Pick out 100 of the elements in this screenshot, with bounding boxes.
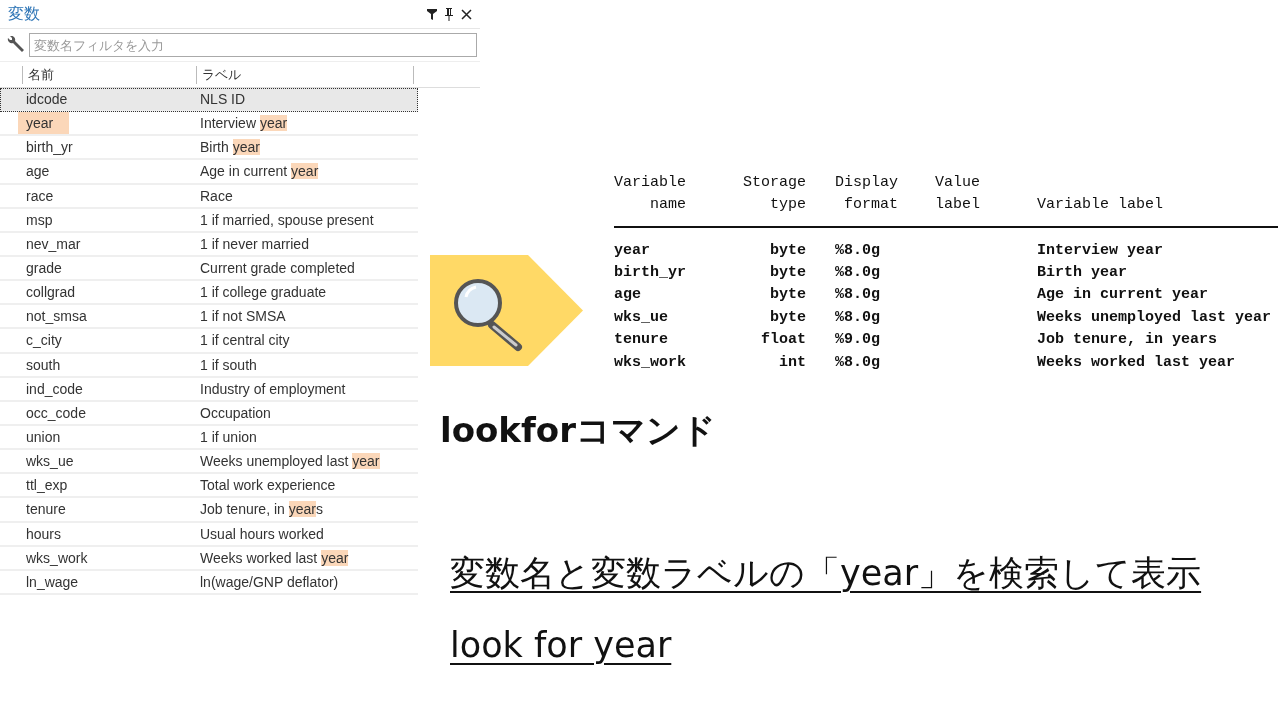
magnifier-callout-icon [430,255,583,366]
table-cell-text: wks_work [614,352,687,373]
table-cell-text: byte [769,262,806,283]
variable-row[interactable]: race Race [0,184,418,209]
variable-label: Current grade completed [199,259,355,279]
variable-name: union [25,428,61,448]
variable-row[interactable]: ttl_exp Total work experience [0,474,418,499]
variable-label: 1 if college graduate [199,283,327,303]
variable-name: ind_code [25,379,83,399]
variable-row[interactable]: union 1 if union [0,425,418,451]
variable-label: Weeks unemployed last year [199,452,380,472]
close-icon[interactable] [461,8,472,20]
variable-row[interactable]: hours Usual hours worked [0,522,418,547]
column-header: Display format [835,173,898,215]
variable-row[interactable]: tenure Job tenure, in years [0,498,418,523]
table-cell-text: year [614,240,651,261]
table-cell-text: Job tenure, in years [1037,330,1219,351]
variable-row[interactable]: wks_work Weeks worked last year [0,546,418,571]
variable-label: Race [199,186,233,206]
variable-name: msp [25,210,53,230]
table-cell-text: byte [769,307,806,328]
table-cell-text: tenure [614,330,669,351]
filter-icon[interactable] [427,8,437,20]
variable-label: Total work experience [199,476,336,496]
column-header: Variable label [1037,195,1164,215]
wrench-icon[interactable] [5,36,25,54]
variable-name: age [25,162,50,182]
pin-icon[interactable] [444,7,454,21]
variable-name: ln_wage [25,572,79,592]
table-cell-text: age [614,285,642,306]
variable-name: c_city [25,331,62,351]
caption-text: 変数名と変数ラベルの「year」を検索して表示 [450,552,1202,595]
variable-row[interactable]: ln_wage ln(wage/GNP deflator) [0,570,418,595]
caption-text: look for year [450,625,672,665]
table-cell-text: %8.0g [835,262,881,283]
variable-row[interactable]: wks_ue Weeks unemployed last year [0,450,418,475]
column-header[interactable]: ラベル [196,65,414,84]
slide-heading: lookforコマンド [440,409,716,452]
variable-name: nev_mar [25,234,81,254]
variable-row[interactable]: nev_mar 1 if never married [0,232,418,257]
variable-label: Weeks worked last year [199,548,349,568]
variable-label: ln(wage/GNP deflator) [199,572,339,592]
variable-label: 1 if married, spouse present [199,210,374,230]
variable-label: Interview year [199,114,288,134]
variable-row[interactable]: occ_code Occupation [0,401,418,426]
table-cell-text: Interview year [1037,240,1165,261]
variable-name: ttl_exp [25,476,68,496]
variable-label: Industry of employment [199,379,346,399]
variable-row[interactable]: collgrad 1 if college graduate [0,281,418,306]
variable-name: wks_work [25,548,88,568]
variable-label: 1 if never married [199,234,309,254]
variable-row[interactable]: msp 1 if married, spouse present [0,208,418,233]
variable-label: Job tenure, in years [199,500,323,520]
table-cell-text: %8.0g [835,240,881,261]
table-cell-text: byte [769,285,806,306]
filter-field[interactable]: 変数名フィルタを入力 [29,33,477,57]
variable-name: race [25,186,54,206]
variable-label: 1 if union [199,428,257,448]
table-cell-text: %8.0g [835,352,881,373]
column-header[interactable]: 名前 [22,65,196,84]
table-cell-text: %8.0g [835,307,881,328]
variable-row[interactable]: c_city 1 if central city [0,329,418,354]
panel-title: 変数 [8,3,41,24]
variable-row[interactable]: idcode NLS ID [0,88,418,113]
variable-name: collgrad [25,283,76,303]
variable-label: NLS ID [199,90,246,110]
table-cell-text: int [778,352,806,373]
table-cell-text: Weeks unemployed last year [1037,307,1273,328]
variable-name: year [18,112,70,135]
variable-row[interactable]: year Interview year [0,112,418,137]
table-cell-text: Age in current year [1037,285,1210,306]
variable-name: tenure [25,500,66,520]
variable-row[interactable]: south 1 if south [0,353,418,378]
variable-row[interactable]: grade Current grade completed [0,257,418,282]
variable-label: Occupation [199,403,271,423]
variable-label: Birth year [199,138,260,158]
table-cell-text: %8.0g [835,285,881,306]
variable-row[interactable]: ind_code Industry of employment [0,377,418,402]
variable-row[interactable]: age Age in current year [0,160,418,185]
column-header: Variable name [614,173,686,215]
column-header: Storage type [743,173,806,215]
variable-row[interactable]: not_smsa 1 if not SMSA [0,305,418,330]
variable-name: not_smsa [25,307,87,327]
table-cell-text: birth_yr [614,262,687,283]
variable-name: hours [25,524,62,544]
column-header: Value label [935,173,980,215]
table-cell-text: Birth year [1037,262,1128,283]
variable-label: 1 if central city [199,331,290,351]
table-cell-text: wks_ue [614,307,669,328]
variable-name: idcode [25,90,68,110]
table-cell-text: byte [769,240,806,261]
variable-label: Age in current year [199,162,319,182]
variable-name: occ_code [25,403,86,423]
variable-name: south [25,355,61,375]
variable-label: Usual hours worked [199,524,324,544]
table-cell-text: Weeks worked last year [1037,352,1237,373]
variable-name: grade [25,259,62,279]
variable-row[interactable]: birth_yr Birth year [0,136,418,161]
variable-label: 1 if south [199,355,257,375]
table-cell-text: %9.0g [835,330,881,351]
